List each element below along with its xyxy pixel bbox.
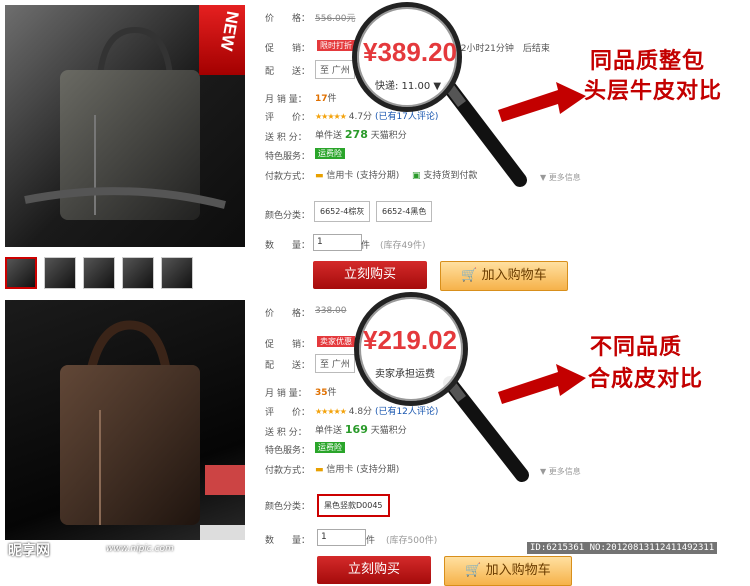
- chevron-down-icon: ▼: [540, 173, 547, 182]
- rating: ★★★★★ 4.8分 (已有12人评论): [315, 407, 439, 417]
- arrow-icon: [498, 82, 586, 122]
- watermark-id: ID:6215361 NO:20120813112411492311: [527, 542, 718, 554]
- service-label: 特色服务：: [265, 446, 311, 456]
- payment-label: 付款方式：: [265, 466, 311, 476]
- service-badge: 运费险: [315, 442, 345, 453]
- payment-label: 付款方式：: [265, 172, 311, 182]
- more-info-link[interactable]: ▼ 更多信息: [540, 172, 581, 183]
- product1-photo[interactable]: NEW: [5, 5, 245, 247]
- bag-image: [60, 320, 245, 540]
- stock-count: (库存500件): [386, 536, 438, 546]
- points-label: 送 积 分：: [265, 428, 307, 438]
- quantity-input[interactable]: 1: [317, 529, 366, 546]
- sales-label: 月 销 量：: [265, 95, 307, 105]
- original-price: 556.00元: [315, 14, 356, 24]
- credit-card-icon: ▬: [315, 465, 324, 475]
- review-link: (已有12人评论): [374, 407, 439, 417]
- credit-card-icon: ▬: [315, 171, 324, 181]
- points-label: 送 积 分：: [265, 133, 307, 143]
- add-to-cart-button[interactable]: 🛒 加入购物车: [440, 261, 568, 291]
- product1-thumbnails: [5, 257, 193, 289]
- magnified-shipping: 卖家承担运费: [375, 369, 435, 380]
- rating-label: 评 价：: [265, 113, 311, 123]
- qty-unit: 件: [361, 241, 371, 251]
- payment-credit: ▬ 信用卡 (支持分期): [315, 465, 400, 475]
- thumbnail[interactable]: [5, 257, 37, 289]
- buy-now-button[interactable]: 立刻购买: [313, 261, 427, 289]
- shipping-city-select[interactable]: 至 广州: [315, 60, 355, 79]
- points-info: 单件送 169 天猫积分: [315, 423, 407, 436]
- rating-stars: ★★★★★: [315, 407, 347, 416]
- new-ribbon: NEW: [199, 5, 245, 75]
- thumbnail[interactable]: [44, 257, 76, 289]
- service-label: 特色服务：: [265, 152, 311, 162]
- magnified-price: ¥389.20: [363, 37, 457, 67]
- color-label: 颜色分类：: [265, 502, 311, 512]
- qty-unit: 件: [366, 536, 376, 546]
- shipping-label: 配 送：: [265, 67, 311, 77]
- service-badge: 运费险: [315, 148, 345, 159]
- more-info-link[interactable]: ▼ 更多信息: [540, 466, 581, 477]
- price-label: 价 格：: [265, 14, 311, 24]
- magnifier-lens: ¥389.20 快递: 11.00 ▼: [352, 2, 462, 112]
- magnified-price: ¥219.02: [363, 325, 457, 355]
- color-option[interactable]: 6652-4棕灰: [314, 201, 371, 222]
- original-price: 338.00: [315, 306, 347, 316]
- promo-tag: 卖家优惠: [317, 336, 355, 347]
- color-option[interactable]: 6652-4黑色: [376, 201, 433, 222]
- arrow-icon: [498, 364, 586, 404]
- cart-icon: 🛒: [465, 563, 482, 578]
- annotation-line1: 同品质整包: [590, 49, 706, 74]
- thumbnail[interactable]: [122, 257, 154, 289]
- qty-label: 数 量：: [265, 241, 311, 251]
- product2-photo[interactable]: [5, 300, 245, 540]
- qty-label: 数 量：: [265, 536, 311, 546]
- review-link: (已有17人评论): [374, 112, 439, 122]
- add-to-cart-button[interactable]: 🛒 加入购物车: [444, 556, 572, 586]
- promo-countdown: 12小时21分钟 后结束: [455, 44, 550, 54]
- points-info: 单件送 278 天猫积分: [315, 128, 407, 141]
- rating: ★★★★★ 4.7分 (已有17人评论): [315, 112, 439, 122]
- rating-stars: ★★★★★: [315, 112, 347, 121]
- watermark-logo: 昵享网: [8, 542, 50, 558]
- cod-icon: ▣: [412, 171, 421, 181]
- color-option-selected[interactable]: 黑色竖款D0045: [317, 494, 390, 517]
- shipping-city-select[interactable]: 至 广州: [315, 354, 355, 373]
- stock-count: (库存49件): [380, 241, 426, 251]
- monthly-sales: 35件: [315, 388, 337, 398]
- payment-credit: ▬ 信用卡 (支持分期): [315, 171, 400, 181]
- chevron-down-icon: ▼: [540, 467, 547, 476]
- color-label: 颜色分类：: [265, 211, 311, 221]
- buy-now-button[interactable]: 立刻购买: [317, 556, 431, 584]
- promo-tag: 限时打折: [317, 40, 355, 51]
- rating-label: 评 价：: [265, 408, 311, 418]
- monthly-sales: 17件: [315, 94, 337, 104]
- magnifier-lens: ¥219.02 卖家承担运费: [354, 292, 468, 406]
- promo-label: 促 销：: [265, 340, 311, 350]
- cart-icon: 🛒: [461, 268, 478, 283]
- thumbnail[interactable]: [83, 257, 115, 289]
- annotation-line1: 不同品质: [590, 335, 683, 360]
- sales-label: 月 销 量：: [265, 389, 307, 399]
- quantity-input[interactable]: 1: [313, 234, 362, 251]
- magnified-shipping: 快递: 11.00 ▼: [375, 81, 442, 92]
- shipping-label: 配 送：: [265, 361, 311, 371]
- promo-label: 促 销：: [265, 44, 311, 54]
- thumbnail[interactable]: [161, 257, 193, 289]
- annotation-line2: 合成皮对比: [588, 367, 704, 392]
- watermark-url: www.nipic.com: [106, 544, 174, 554]
- price-label: 价 格：: [265, 309, 311, 319]
- annotation-line2: 头层牛皮对比: [584, 79, 723, 104]
